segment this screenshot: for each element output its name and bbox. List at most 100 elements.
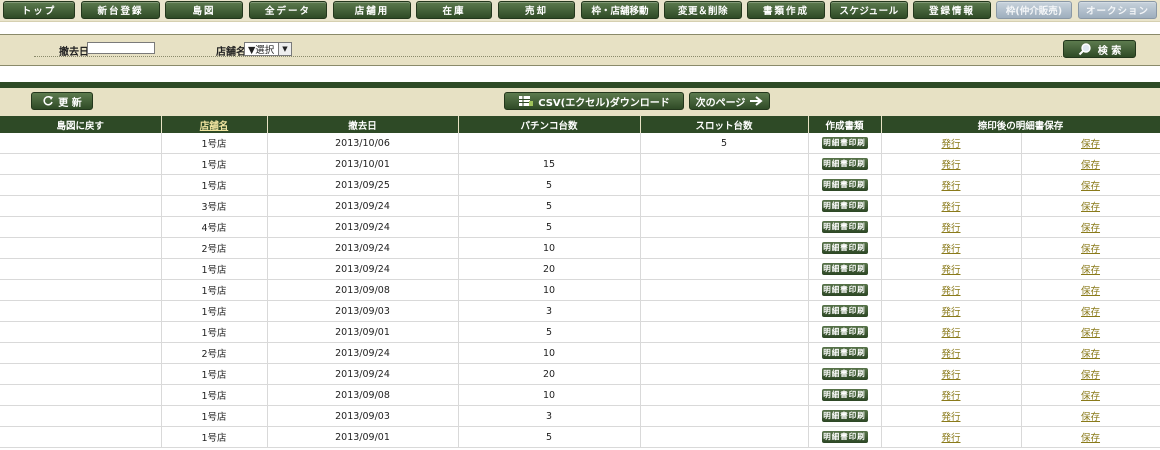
row-date: 2013/09/25 (267, 174, 459, 196)
save-link[interactable]: 保存 (1081, 307, 1100, 318)
nav-frame-move-button[interactable]: 枠・店舗移動 (581, 1, 659, 19)
print-statement-button[interactable]: 明細書印刷 (821, 242, 868, 254)
row-issue-cell: 発行 (881, 363, 1022, 385)
row-date: 2013/10/01 (267, 153, 459, 175)
save-link[interactable]: 保存 (1081, 265, 1100, 276)
save-link[interactable]: 保存 (1081, 412, 1100, 423)
issue-link[interactable]: 発行 (941, 202, 960, 213)
refresh-button[interactable]: 更 新 (31, 92, 93, 110)
magnifier-icon (1078, 42, 1092, 56)
print-statement-button[interactable]: 明細書印刷 (821, 221, 868, 233)
nav-island-map-button[interactable]: 島図 (165, 1, 243, 19)
nav-documents-button[interactable]: 書類作成 (747, 1, 825, 19)
print-statement-button[interactable]: 明細書印刷 (821, 347, 868, 359)
save-link[interactable]: 保存 (1081, 328, 1100, 339)
row-save-cell: 保存 (1021, 363, 1160, 385)
nav-store-button[interactable]: 店舗用 (333, 1, 411, 19)
save-link[interactable]: 保存 (1081, 349, 1100, 360)
save-link[interactable]: 保存 (1081, 223, 1100, 234)
csv-download-button[interactable]: CSV(エクセル)ダウンロード (504, 92, 684, 110)
save-link[interactable]: 保存 (1081, 139, 1100, 150)
nav-registration-info-button[interactable]: 登録情報 (913, 1, 991, 19)
nav-frame-brokerage-button[interactable]: 枠(仲介販売) (996, 1, 1072, 19)
print-statement-button[interactable]: 明細書印刷 (821, 284, 868, 296)
row-return-cell (0, 426, 162, 448)
row-slot-count (640, 258, 809, 280)
issue-link[interactable]: 発行 (941, 181, 960, 192)
nav-new-register-button[interactable]: 新台登録 (81, 1, 160, 19)
row-documents-cell: 明細書印刷 (808, 405, 882, 427)
row-return-cell (0, 384, 162, 406)
save-link[interactable]: 保存 (1081, 370, 1100, 381)
row-documents-cell: 明細書印刷 (808, 321, 882, 343)
row-issue-cell: 発行 (881, 216, 1022, 238)
print-statement-button[interactable]: 明細書印刷 (821, 368, 868, 380)
print-statement-button[interactable]: 明細書印刷 (821, 410, 868, 422)
print-statement-button[interactable]: 明細書印刷 (821, 158, 868, 170)
table-row: 1号店 2013/10/06 5 明細書印刷 発行 保存 (0, 133, 1160, 154)
nav-all-data-button[interactable]: 全データ (249, 1, 327, 19)
row-documents-cell: 明細書印刷 (808, 342, 882, 364)
row-return-cell (0, 279, 162, 301)
nav-top-button[interactable]: トップ (3, 1, 75, 19)
store-select[interactable]: ▼選択 ▼ (244, 42, 292, 56)
header-return-to-map[interactable]: 島図に戻す (0, 116, 162, 133)
issue-link[interactable]: 発行 (941, 286, 960, 297)
row-documents-cell: 明細書印刷 (808, 384, 882, 406)
print-statement-button[interactable]: 明細書印刷 (821, 263, 868, 275)
row-pachinko-count: 5 (458, 216, 641, 238)
print-statement-button[interactable]: 明細書印刷 (821, 305, 868, 317)
print-statement-button[interactable]: 明細書印刷 (821, 137, 868, 149)
issue-link[interactable]: 発行 (941, 412, 960, 423)
issue-link[interactable]: 発行 (941, 139, 960, 150)
row-pachinko-count: 10 (458, 279, 641, 301)
save-link[interactable]: 保存 (1081, 286, 1100, 297)
print-statement-button[interactable]: 明細書印刷 (821, 389, 868, 401)
issue-link[interactable]: 発行 (941, 244, 960, 255)
issue-link[interactable]: 発行 (941, 370, 960, 381)
row-slot-count (640, 153, 809, 175)
save-link[interactable]: 保存 (1081, 202, 1100, 213)
save-link[interactable]: 保存 (1081, 181, 1100, 192)
top-nav: トップ 新台登録 島図 全データ 店舗用 在庫 売却 枠・店舗移動 変更＆削除 … (0, 0, 1160, 22)
issue-link[interactable]: 発行 (941, 433, 960, 444)
row-save-cell: 保存 (1021, 258, 1160, 280)
nav-schedule-button[interactable]: スケジュール (830, 1, 908, 19)
issue-link[interactable]: 発行 (941, 328, 960, 339)
header-pachinko-count: パチンコ台数 (458, 116, 641, 133)
row-slot-count (640, 237, 809, 259)
row-store: 1号店 (161, 153, 268, 175)
save-link[interactable]: 保存 (1081, 244, 1100, 255)
table-body: 1号店 2013/10/06 5 明細書印刷 発行 保存 1号店 2013/10/01 15 明細… (0, 133, 1160, 448)
print-statement-button[interactable]: 明細書印刷 (821, 431, 868, 443)
next-page-button[interactable]: 次のページ (689, 92, 770, 110)
issue-link[interactable]: 発行 (941, 265, 960, 276)
row-save-cell: 保存 (1021, 174, 1160, 196)
issue-link[interactable]: 発行 (941, 160, 960, 171)
date-input[interactable] (87, 42, 155, 54)
issue-link[interactable]: 発行 (941, 307, 960, 318)
nav-inventory-button[interactable]: 在庫 (416, 1, 492, 19)
issue-link[interactable]: 発行 (941, 349, 960, 360)
search-button[interactable]: 検 索 (1063, 40, 1136, 58)
issue-link[interactable]: 発行 (941, 391, 960, 402)
row-pachinko-count: 5 (458, 174, 641, 196)
print-statement-button[interactable]: 明細書印刷 (821, 326, 868, 338)
nav-edit-delete-button[interactable]: 変更＆削除 (664, 1, 742, 19)
nav-sale-button[interactable]: 売却 (498, 1, 575, 19)
issue-link[interactable]: 発行 (941, 223, 960, 234)
save-link[interactable]: 保存 (1081, 391, 1100, 402)
row-return-cell (0, 321, 162, 343)
chevron-down-icon[interactable]: ▼ (278, 43, 291, 55)
print-statement-button[interactable]: 明細書印刷 (821, 179, 868, 191)
row-save-cell: 保存 (1021, 237, 1160, 259)
row-date: 2013/09/24 (267, 342, 459, 364)
header-store-name[interactable]: 店舗名 (161, 116, 268, 133)
save-link[interactable]: 保存 (1081, 433, 1100, 444)
row-return-cell (0, 216, 162, 238)
nav-auction-button[interactable]: オークション (1078, 1, 1157, 19)
row-pachinko-count: 15 (458, 153, 641, 175)
save-link[interactable]: 保存 (1081, 160, 1100, 171)
print-statement-button[interactable]: 明細書印刷 (821, 200, 868, 212)
row-store: 1号店 (161, 405, 268, 427)
